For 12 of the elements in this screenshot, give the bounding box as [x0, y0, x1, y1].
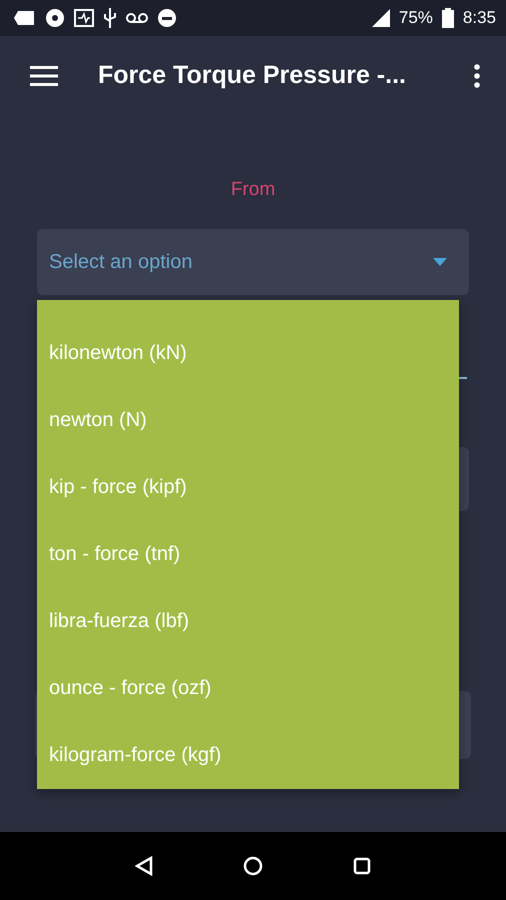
dropdown-option[interactable]: kilonewton (kN) [37, 320, 459, 387]
battery-percentage: 75% [398, 8, 433, 28]
from-label: From [230, 179, 276, 201]
dropdown-option[interactable]: ounce - force (ozf) [37, 655, 459, 722]
dropdown-option[interactable]: newton (N) [37, 387, 459, 454]
app-title: Force Torque Pressure -... [98, 61, 406, 90]
dropdown-option[interactable]: libra-fuerza (lbf) [37, 588, 459, 655]
from-select[interactable]: Select an option [37, 229, 469, 295]
dropdown-option[interactable]: ton - force (tnf) [37, 521, 459, 588]
clock-time: 8:35 [462, 8, 496, 28]
dropdown-option[interactable]: kip - force (kipf) [37, 454, 459, 521]
dropdown-option[interactable]: kilogram-force (kgf) [37, 722, 459, 789]
